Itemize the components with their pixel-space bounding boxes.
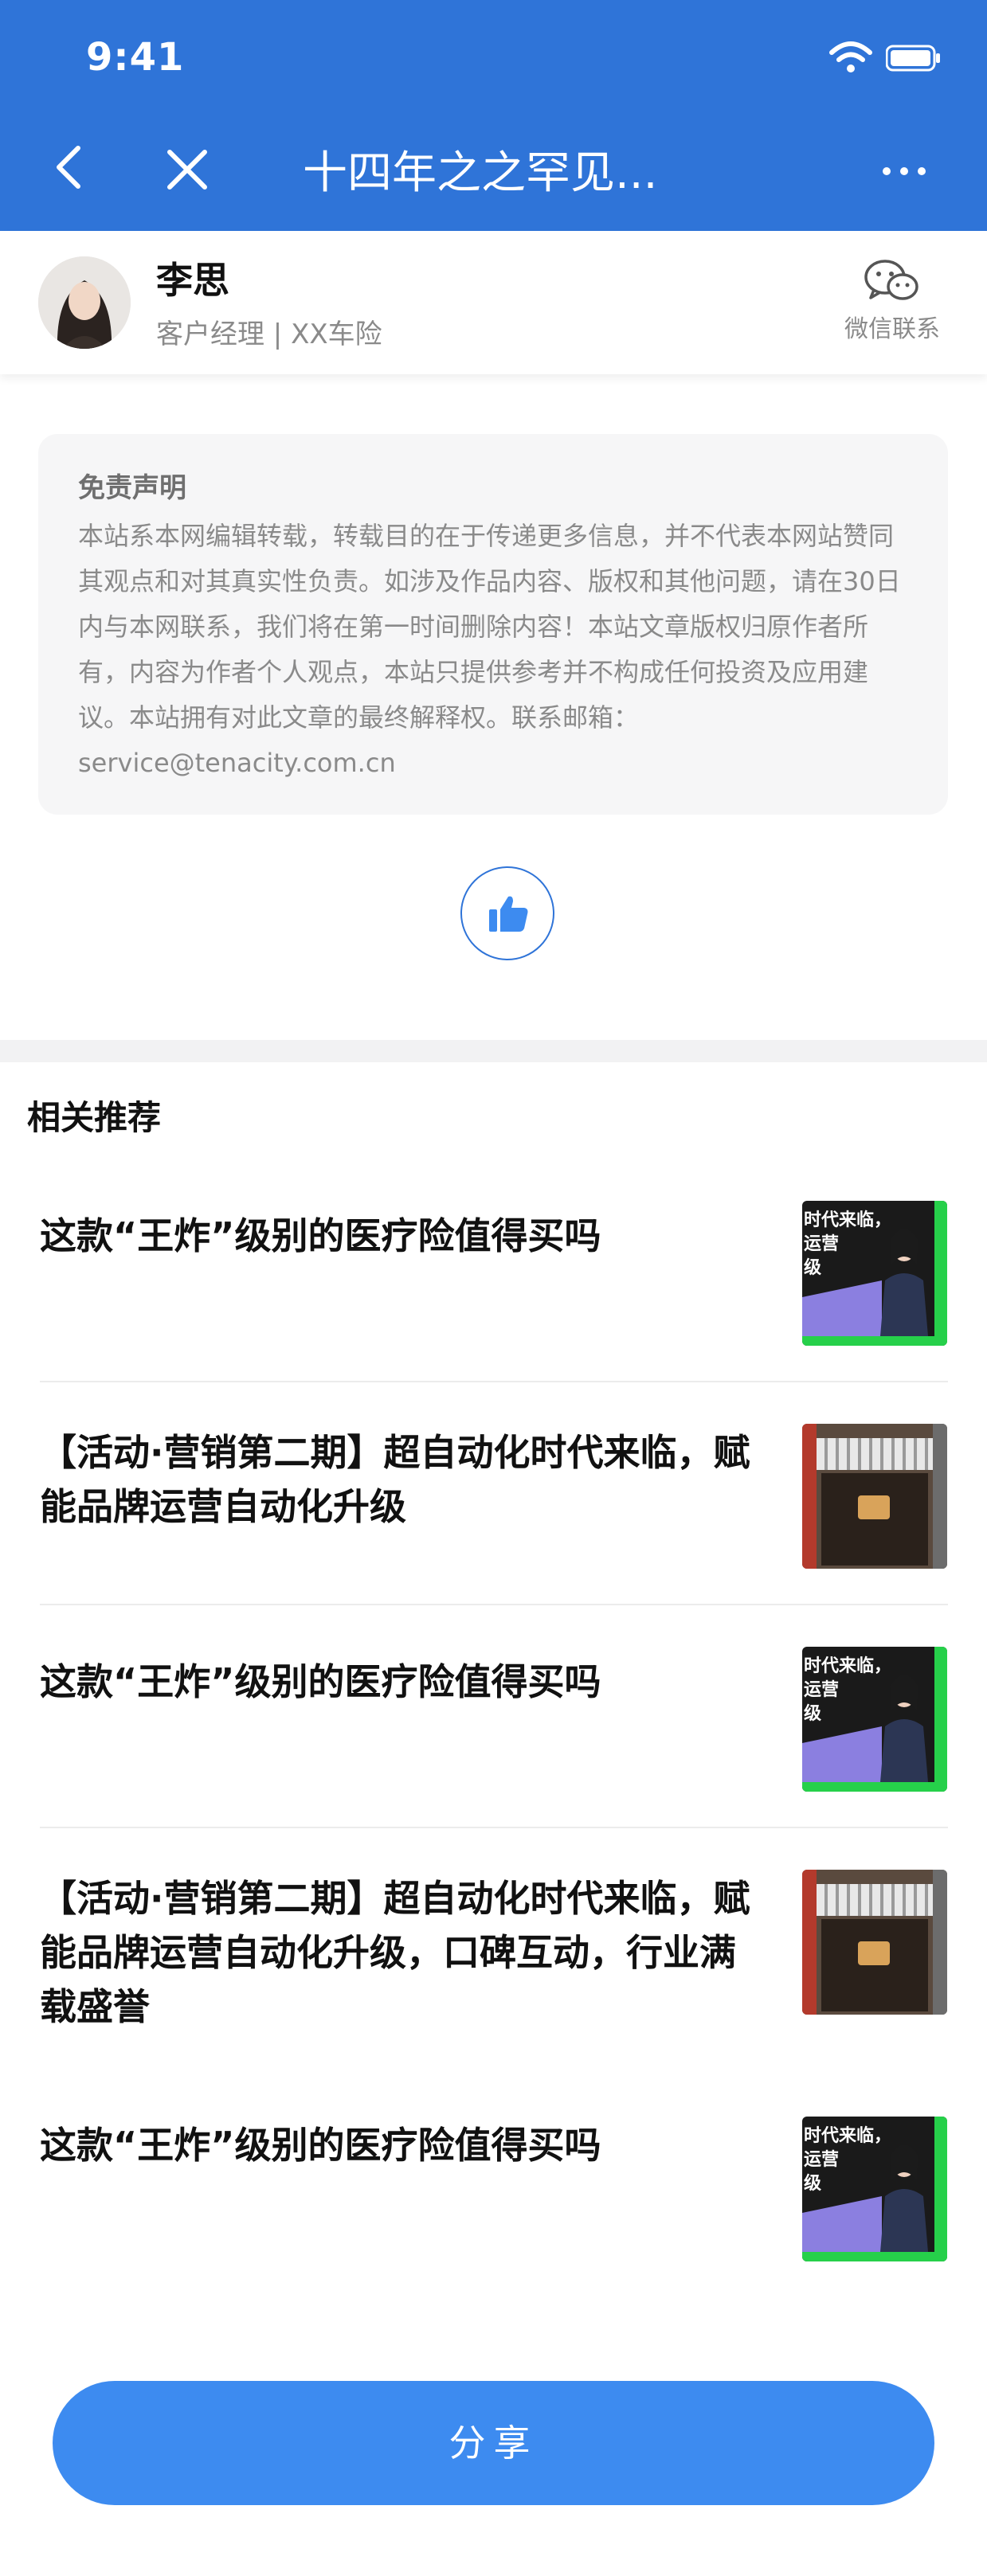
recommend-thumbnail: 时代来临， 运营 级 [802,1647,947,1792]
recommend-item-title: 这款“王炸”级别的医疗险值得买吗 [40,1660,601,1703]
recommend-thumbnail [802,1424,947,1569]
wechat-icon [864,260,918,300]
agent-subtitle: 客户经理 | XX车险 [156,319,382,350]
recommend-thumbnail: 时代来临， 运营 级 [802,2117,947,2261]
agent-card: 李思 客户经理 | XX车险 微信联系 [0,231,987,374]
recommend-item[interactable]: 这款“王炸”级别的医疗险值得买吗 时代来临， 运营 级 [0,1179,987,1401]
more-icon[interactable] [880,159,928,183]
close-icon[interactable] [163,146,211,193]
recommend-item-title: 【活动·营销第二期】超自动化时代来临，赋能品牌运营自动化升级 [40,1431,750,1528]
top-bar: 9:41 十四年之之罕见... [0,0,987,231]
battery-icon [886,45,940,72]
item-divider [40,1381,948,1382]
page-title: 十四年之之罕见... [303,147,658,199]
wechat-contact-button[interactable]: 微信联系 [832,247,952,358]
back-icon[interactable] [48,143,96,191]
recommend-thumbnail: 时代来临， 运营 级 [802,1201,947,1346]
share-button[interactable]: 分享 [53,2381,934,2505]
section-divider [0,1040,987,1062]
status-time: 9:41 [86,35,185,80]
wifi-icon [829,41,872,72]
disclaimer-box: 免责声明 本站系本网编辑转载，转载目的在于传递更多信息，并不代表本网站赞同其观点… [38,434,948,815]
wechat-contact-label: 微信联系 [844,315,940,343]
avatar [38,256,131,349]
recommend-item[interactable]: 【活动·营销第二期】超自动化时代来临，赋能品牌运营自动化升级 [0,1401,987,1624]
recommend-title: 相关推荐 [27,1098,162,1137]
like-button[interactable] [460,866,554,960]
recommend-item-title: 这款“王炸”级别的医疗险值得买吗 [40,2124,601,2167]
recommend-item-title: 这款“王炸”级别的医疗险值得买吗 [40,1214,601,1257]
item-divider [40,1604,948,1605]
disclaimer-text: 本站系本网编辑转载，转载目的在于传递更多信息，并不代表本网站赞同其观点和对其真实… [78,521,901,778]
recommend-item[interactable]: 这款“王炸”级别的医疗险值得买吗 时代来临， 运营 级 [0,2102,987,2325]
recommend-item[interactable]: 【活动·营销第二期】超自动化时代来临，赋能品牌运营自动化升级，口碑互动，行业满载… [0,1847,987,2102]
thumbs-up-icon [489,896,528,932]
recommend-thumbnail [802,1870,947,2015]
share-button-label: 分享 [448,2422,539,2465]
disclaimer-title: 免责声明 [78,472,186,504]
agent-name: 李思 [156,259,229,302]
recommend-item[interactable]: 这款“王炸”级别的医疗险值得买吗 时代来临， 运营 级 [0,1624,987,1847]
recommend-item-title: 【活动·营销第二期】超自动化时代来临，赋能品牌运营自动化升级，口碑互动，行业满载… [40,1877,750,2028]
item-divider [40,1827,948,1828]
